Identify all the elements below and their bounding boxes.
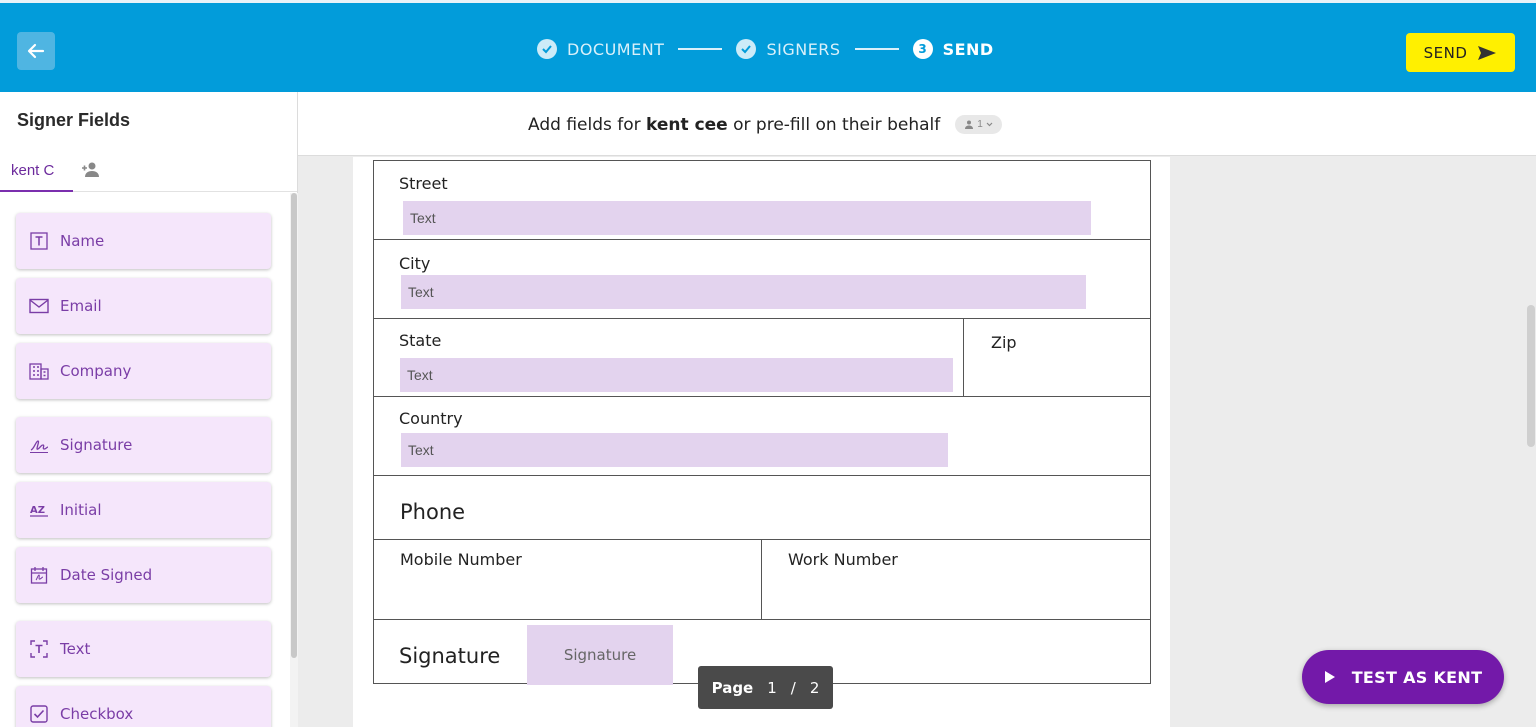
test-as-signer-button[interactable]: TEST AS KENT — [1302, 650, 1504, 704]
signer-tabs: kent C — [0, 150, 297, 192]
mobile-number-label: Mobile Number — [400, 550, 522, 569]
field-email[interactable]: Email — [16, 278, 271, 334]
signature-label: Signature — [399, 644, 501, 668]
signature-icon — [29, 435, 49, 455]
sidebar-title: Signer Fields — [17, 110, 131, 130]
add-person-icon[interactable] — [80, 161, 100, 184]
chevron-down-icon — [986, 122, 993, 127]
instruction-text: Add fields for kent cee or pre-fill on t… — [528, 115, 940, 135]
state-text-field[interactable]: Text — [400, 358, 953, 392]
play-icon — [1324, 671, 1335, 683]
field-label: Text — [60, 640, 91, 658]
work-number-label: Work Number — [788, 550, 898, 569]
field-date-signed[interactable]: Date Signed — [16, 547, 271, 603]
step-connector — [854, 48, 899, 50]
sidebar-scrollbar[interactable] — [290, 193, 298, 727]
back-button[interactable] — [17, 32, 55, 70]
step-signers[interactable]: SIGNERS — [736, 39, 840, 59]
field-label: Checkbox — [60, 705, 134, 723]
svg-text:AZ: AZ — [30, 505, 45, 516]
step-label: SEND — [942, 39, 994, 59]
page-label: Page — [711, 678, 754, 697]
page-total: 2 — [809, 678, 820, 697]
row-phone: Phone — [374, 475, 1150, 540]
person-icon — [965, 120, 974, 129]
phone-label: Phone — [400, 500, 466, 524]
test-button-label: TEST AS KENT — [1351, 667, 1483, 687]
check-icon — [537, 39, 557, 59]
field-label: Date Signed — [60, 566, 153, 584]
column-divider — [761, 540, 762, 619]
street-label: Street — [399, 174, 448, 193]
field-label: Signature — [60, 436, 133, 454]
signer-tab-kent[interactable]: kent C — [0, 150, 73, 192]
field-label: Email — [60, 297, 102, 315]
field-label: Company — [60, 362, 132, 380]
row-street: Street Text — [374, 160, 1150, 240]
instruction-suffix: or pre-fill on their behalf — [727, 115, 941, 135]
row-city: City Text — [374, 239, 1150, 319]
text-frame-icon — [29, 639, 49, 659]
field-label: Initial — [60, 501, 102, 519]
calendar-icon — [29, 565, 49, 585]
country-text-field[interactable]: Text — [401, 433, 948, 467]
check-icon — [736, 39, 757, 59]
text-box-icon — [29, 231, 49, 251]
main-scrollbar-thumb[interactable] — [1527, 305, 1535, 447]
checkbox-icon — [29, 704, 49, 724]
page-separator: / — [790, 678, 796, 697]
instruction-bar: Add fields for kent cee or pre-fill on t… — [298, 92, 1536, 156]
instruction-signer-name: kent cee — [646, 115, 728, 135]
city-text-field[interactable]: Text — [401, 275, 1086, 309]
country-label: Country — [399, 409, 463, 428]
az-initial-icon: AZ — [29, 500, 49, 520]
field-name[interactable]: Name — [16, 213, 271, 269]
send-button[interactable]: SEND — [1406, 33, 1515, 72]
field-list: Name Email Company Signature AZ Initial — [0, 193, 290, 727]
signer-count-dropdown[interactable]: 1 — [955, 115, 1002, 134]
step-label: DOCUMENT — [567, 39, 665, 59]
field-initial[interactable]: AZ Initial — [16, 482, 271, 538]
page-indicator: Page 1 / 2 — [698, 666, 833, 709]
field-label: Name — [60, 232, 105, 250]
field-checkbox[interactable]: Checkbox — [16, 686, 271, 727]
sidebar-scroll-thumb[interactable] — [291, 193, 297, 658]
city-label: City — [399, 254, 431, 273]
state-label: State — [399, 331, 442, 350]
instruction-prefix: Add fields for — [528, 115, 647, 135]
step-label: SIGNERS — [766, 39, 841, 59]
zip-label: Zip — [991, 333, 1017, 352]
row-country: Country Text — [374, 396, 1150, 475]
envelope-icon — [29, 296, 49, 316]
paper-plane-icon — [1478, 45, 1497, 60]
row-numbers: Mobile Number Work Number — [374, 539, 1150, 619]
top-bar: DOCUMENT SIGNERS 3 SEND SEND — [0, 0, 1536, 92]
step-number-badge: 3 — [912, 39, 933, 59]
send-button-label: SEND — [1423, 43, 1468, 62]
page-current: 1 — [767, 678, 777, 697]
step-document[interactable]: DOCUMENT — [537, 39, 664, 59]
signature-field[interactable]: Signature — [527, 625, 673, 685]
field-text[interactable]: Text — [16, 621, 271, 677]
progress-steps: DOCUMENT SIGNERS 3 SEND — [537, 37, 994, 61]
form-table: Street Text City Text State Text Zip Cou… — [373, 160, 1151, 685]
signer-fields-sidebar: Signer Fields kent C Name Email Company — [0, 92, 298, 727]
arrow-left-icon — [27, 43, 45, 59]
field-company[interactable]: Company — [16, 343, 271, 399]
step-connector — [678, 48, 723, 50]
street-text-field[interactable]: Text — [403, 201, 1091, 235]
row-state-zip: State Text Zip — [374, 318, 1150, 397]
column-divider — [963, 319, 964, 397]
signer-count: 1 — [977, 119, 983, 130]
step-send[interactable]: 3 SEND — [912, 39, 994, 59]
building-icon — [29, 361, 49, 381]
field-signature[interactable]: Signature — [16, 417, 271, 473]
